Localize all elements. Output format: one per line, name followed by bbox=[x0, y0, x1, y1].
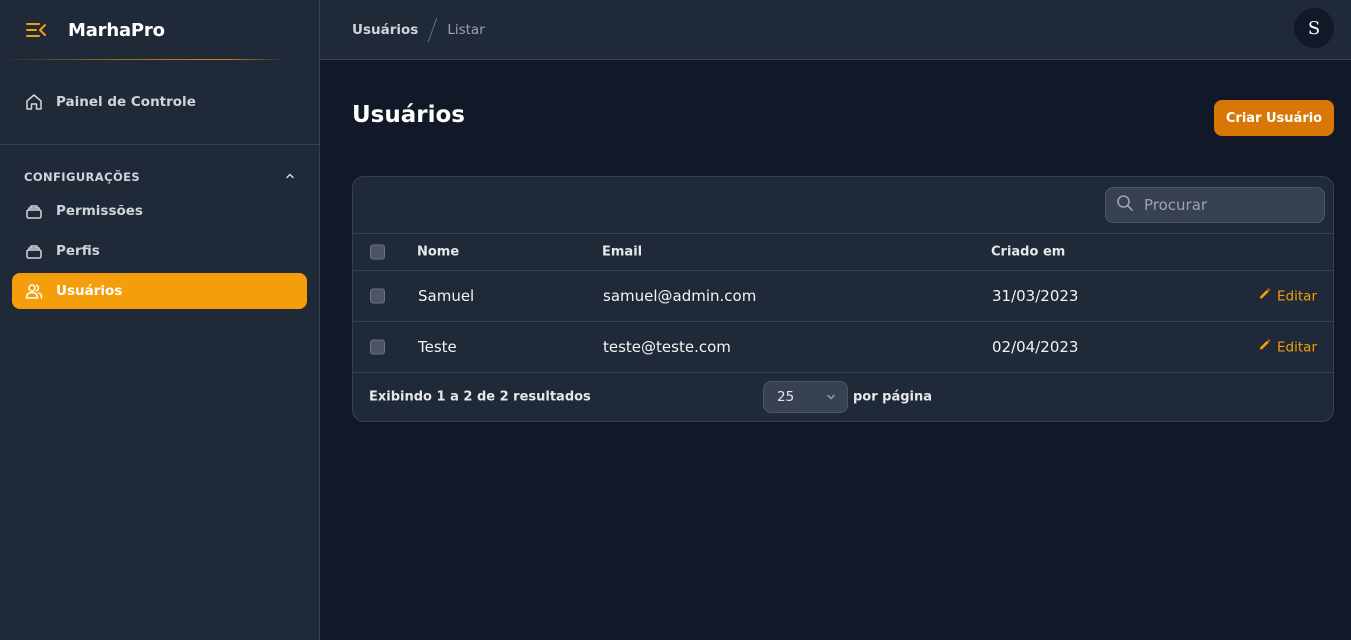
search-input[interactable] bbox=[1144, 196, 1314, 214]
row-checkbox[interactable] bbox=[370, 288, 385, 304]
sidebar-header: MarhaPro bbox=[0, 0, 319, 60]
sidebar-item-profiles[interactable]: Perfis bbox=[12, 233, 307, 269]
search-box[interactable] bbox=[1105, 187, 1325, 223]
per-page-label: por página bbox=[853, 389, 933, 405]
select-all-checkbox[interactable] bbox=[370, 244, 385, 260]
sidebar-item-label: Usuários bbox=[56, 283, 123, 299]
table-header: Nome Email Criado em bbox=[353, 234, 1333, 271]
settings-group-title: CONFIGURAÇÕES bbox=[24, 170, 141, 184]
breadcrumb-list: Listar bbox=[447, 21, 485, 38]
sidebar: MarhaPro Painel de Controle CONFIGURAÇÕE… bbox=[0, 0, 320, 640]
edit-label: Editar bbox=[1277, 339, 1317, 355]
user-name: Samuel bbox=[418, 287, 475, 305]
edit-button[interactable]: Editar bbox=[1258, 288, 1317, 305]
per-page-select[interactable]: 25 bbox=[763, 381, 848, 413]
sidebar-divider bbox=[0, 144, 319, 145]
per-page-value: 25 bbox=[777, 389, 795, 405]
stack-icon bbox=[24, 241, 44, 261]
table-row: Samuel samuel@admin.com 31/03/2023 Edita… bbox=[353, 271, 1333, 322]
column-header-email[interactable]: Email bbox=[602, 245, 642, 260]
user-created-date: 31/03/2023 bbox=[992, 287, 1079, 305]
search-icon bbox=[1116, 194, 1134, 216]
breadcrumb-users[interactable]: Usuários bbox=[352, 22, 418, 38]
chevron-down-icon bbox=[825, 391, 837, 407]
user-email: samuel@admin.com bbox=[603, 287, 757, 305]
sidebar-item-label: Perfis bbox=[56, 243, 100, 259]
pencil-icon bbox=[1258, 339, 1271, 356]
breadcrumb-separator bbox=[427, 17, 438, 42]
settings-group-toggle[interactable]: CONFIGURAÇÕES bbox=[24, 168, 296, 186]
table-footer: Exibindo 1 a 2 de 2 resultados 25 por pá… bbox=[353, 373, 1333, 421]
topbar: Usuários Listar S bbox=[320, 0, 1351, 60]
sidebar-item-dashboard[interactable]: Painel de Controle bbox=[12, 84, 307, 120]
edit-label: Editar bbox=[1277, 288, 1317, 304]
column-header-name[interactable]: Nome bbox=[417, 245, 459, 260]
user-created-date: 02/04/2023 bbox=[992, 338, 1079, 356]
pagination-summary: Exibindo 1 a 2 de 2 resultados bbox=[369, 389, 591, 405]
user-name: Teste bbox=[418, 338, 457, 356]
users-icon bbox=[24, 281, 44, 301]
breadcrumb: Usuários Listar bbox=[352, 17, 485, 42]
sidebar-item-permissions[interactable]: Permissões bbox=[12, 193, 307, 229]
table-row: Teste teste@teste.com 02/04/2023 Editar bbox=[353, 322, 1333, 373]
table-toolbar bbox=[353, 177, 1333, 234]
edit-button[interactable]: Editar bbox=[1258, 339, 1317, 356]
user-email: teste@teste.com bbox=[603, 338, 731, 356]
brand-name[interactable]: MarhaPro bbox=[68, 20, 165, 41]
users-table: Nome Email Criado em Samuel samuel@admin… bbox=[352, 176, 1334, 422]
create-user-button[interactable]: Criar Usuário bbox=[1214, 100, 1334, 136]
home-icon bbox=[24, 92, 44, 112]
stack-icon bbox=[24, 201, 44, 221]
collapse-menu-icon[interactable] bbox=[24, 18, 48, 42]
row-checkbox[interactable] bbox=[370, 339, 385, 355]
sidebar-item-label: Permissões bbox=[56, 203, 143, 219]
chevron-up-icon bbox=[284, 170, 296, 185]
column-header-created[interactable]: Criado em bbox=[991, 245, 1065, 260]
pencil-icon bbox=[1258, 288, 1271, 305]
avatar[interactable]: S bbox=[1294, 8, 1334, 48]
page-title: Usuários bbox=[352, 102, 465, 128]
sidebar-item-label: Painel de Controle bbox=[56, 94, 196, 110]
sidebar-item-users[interactable]: Usuários bbox=[12, 273, 307, 309]
